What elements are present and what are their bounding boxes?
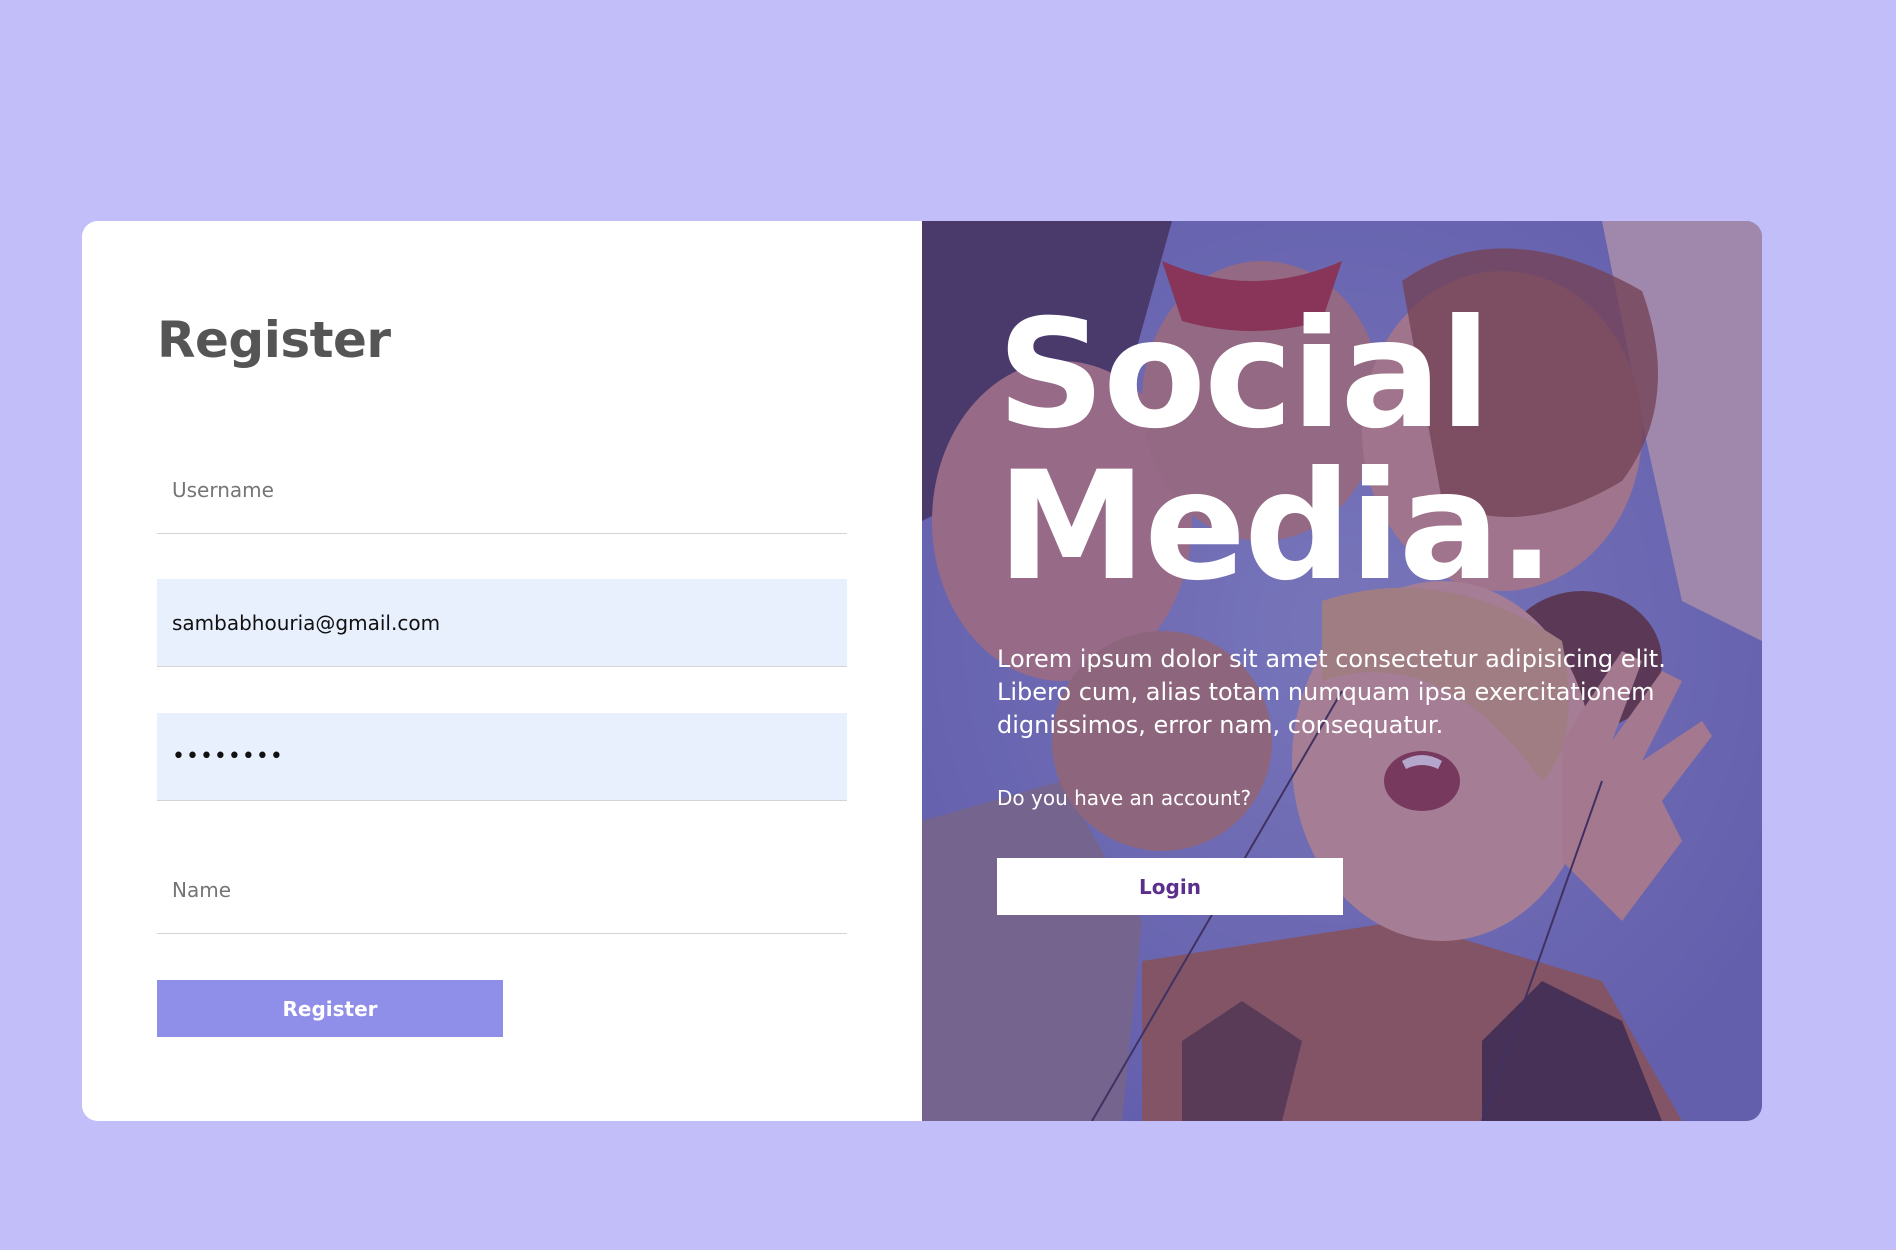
register-card: Register Register [82,221,1762,1121]
page-title: Register [157,311,391,369]
promo-panel: Social Media. Lorem ipsum dolor sit amet… [922,221,1762,1121]
register-panel: Register Register [82,221,922,1121]
password-input[interactable] [157,713,847,801]
login-button[interactable]: Login [997,858,1343,915]
hero-headline-line2: Media. [997,440,1555,614]
promo-description: Lorem ipsum dolor sit amet consectetur a… [997,645,1666,739]
account-question: Do you have an account? [997,786,1252,810]
hero-headline-line1: Social [997,288,1491,462]
hero-headline: Social Media. [997,288,1555,614]
username-input[interactable] [157,446,847,534]
name-input[interactable] [157,846,847,934]
email-input[interactable] [157,579,847,667]
register-button[interactable]: Register [157,980,503,1037]
